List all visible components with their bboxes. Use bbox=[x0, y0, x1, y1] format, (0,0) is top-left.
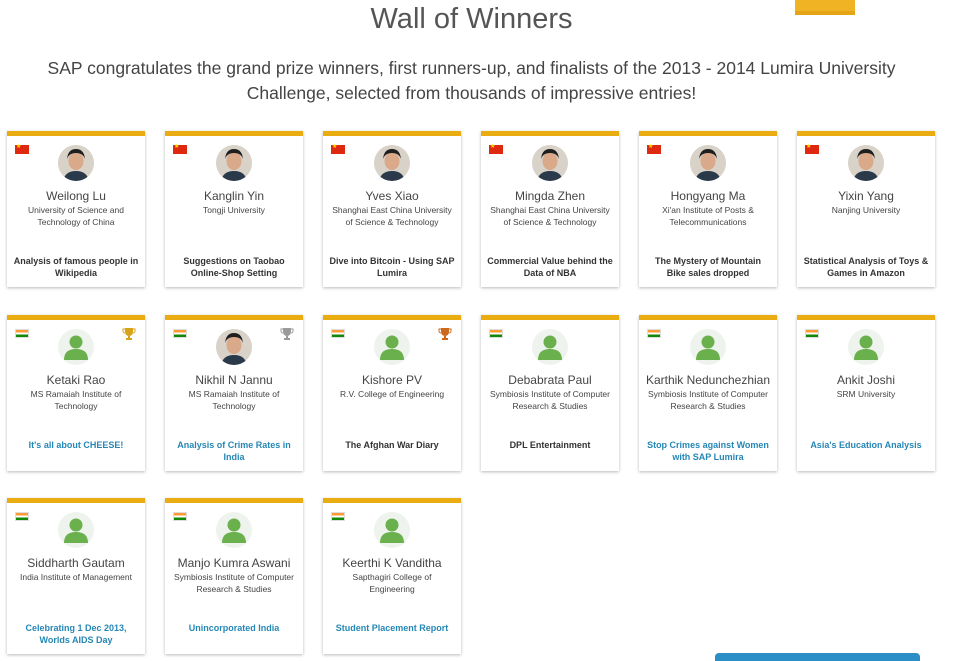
winner-school: India Institute of Management bbox=[20, 572, 132, 582]
winner-card[interactable]: Kanglin Yin Tongji University Suggestions … bbox=[165, 131, 303, 287]
winner-card[interactable]: Yves Xiao Shanghai East China University … bbox=[323, 131, 461, 287]
winner-school: Shanghai East China University of Scienc… bbox=[332, 205, 452, 227]
project-title: The Afghan War Diary bbox=[345, 440, 439, 450]
winner-card[interactable]: Kishore PV R.V. College of Engineering The… bbox=[323, 315, 461, 471]
project-link[interactable]: Asia's Education Analysis bbox=[803, 440, 929, 452]
project-link[interactable]: Student Placement Report bbox=[329, 623, 455, 635]
project-link[interactable]: Analysis of Crime Rates in India bbox=[171, 440, 297, 463]
winner-card[interactable]: Nikhil N Jannu MS Ramaiah Institute of Te… bbox=[165, 315, 303, 471]
project-link[interactable]: It's all about CHEESE! bbox=[13, 440, 139, 452]
project-title: The Mystery of Mountain Bike sales dropp… bbox=[654, 256, 761, 278]
winner-card[interactable]: Keerthi K Vanditha Sapthagiri College of … bbox=[323, 498, 461, 654]
project-title: Statistical Analysis of Toys & Games in … bbox=[803, 256, 929, 278]
winner-school: R.V. College of Engineering bbox=[339, 389, 445, 399]
avatar-photo bbox=[216, 145, 252, 181]
china-flag-icon bbox=[805, 143, 819, 154]
winner-school: Shanghai East China University of Scienc… bbox=[490, 205, 610, 227]
avatar-photo bbox=[690, 145, 726, 181]
india-flag-icon bbox=[173, 329, 187, 338]
winner-school: MS Ramaiah Institute of Technology bbox=[188, 389, 280, 411]
user-avatar-icon bbox=[374, 512, 410, 548]
winner-name: Manjo Kumra Aswani bbox=[177, 556, 291, 570]
project-title: Commercial Value behind the Data of NBA bbox=[487, 256, 613, 278]
india-flag-icon bbox=[15, 329, 29, 338]
project-title: DPL Entertainment bbox=[509, 440, 591, 450]
china-flag-icon bbox=[647, 143, 661, 154]
avatar-photo bbox=[216, 329, 252, 365]
winner-school: MS Ramaiah Institute of Technology bbox=[30, 389, 122, 411]
winner-card[interactable]: Ankit Joshi SRM University Asia's Educatio… bbox=[797, 315, 935, 471]
winner-school: Symbiosis Institute of Computer Research… bbox=[648, 389, 768, 411]
project-title: Analysis of famous people in Wikipedia bbox=[13, 256, 139, 278]
winner-card[interactable]: Manjo Kumra Aswani Symbiosis Institute of… bbox=[165, 498, 303, 654]
project-link[interactable]: Celebrating 1 Dec 2013, Worlds AIDS Day bbox=[13, 623, 139, 646]
avatar-photo bbox=[58, 145, 94, 181]
winner-school: University of Science and Technology of … bbox=[28, 205, 124, 227]
india-flag-icon bbox=[331, 329, 345, 338]
user-avatar-icon bbox=[690, 329, 726, 365]
winner-name: Weilong Lu bbox=[46, 189, 106, 203]
avatar-photo bbox=[532, 145, 568, 181]
winner-card[interactable]: Hongyang Ma Xi'an Institute of Posts & Te… bbox=[639, 131, 777, 287]
user-avatar-icon bbox=[58, 512, 94, 548]
winner-card[interactable]: Debabrata Paul Symbiosis Institute of Com… bbox=[481, 315, 619, 471]
winner-school: Symbiosis Institute of Computer Research… bbox=[490, 389, 610, 411]
winner-card[interactable]: Mingda Zhen Shanghai East China Universit… bbox=[481, 131, 619, 287]
trophy-icon bbox=[438, 327, 452, 341]
winners-grid: Weilong Lu University of Science and Tech… bbox=[0, 0, 960, 658]
user-avatar-icon bbox=[374, 329, 410, 365]
winner-name: Ketaki Rao bbox=[46, 373, 106, 387]
winner-school: Tongji University bbox=[203, 205, 265, 215]
project-title: Dive into Bitcoin - Using SAP Lumira bbox=[329, 256, 455, 278]
winner-card[interactable]: Weilong Lu University of Science and Tech… bbox=[7, 131, 145, 287]
user-avatar-icon bbox=[216, 512, 252, 548]
china-flag-icon bbox=[489, 143, 503, 154]
winner-name: Ankit Joshi bbox=[836, 373, 896, 387]
winner-name: Yixin Yang bbox=[838, 189, 894, 203]
winner-name: Yves Xiao bbox=[365, 189, 419, 203]
project-title: Suggestions on Taobao Online-Shop Settin… bbox=[183, 256, 285, 278]
india-flag-icon bbox=[173, 512, 187, 521]
winner-school: Sapthagiri College of Engineering bbox=[352, 572, 432, 594]
bottom-button[interactable] bbox=[715, 653, 920, 661]
china-flag-icon bbox=[331, 143, 345, 154]
winner-name: Mingda Zhen bbox=[514, 189, 586, 203]
china-flag-icon bbox=[173, 143, 187, 154]
winner-name: Siddharth Gautam bbox=[27, 556, 125, 570]
china-flag-icon bbox=[15, 143, 29, 154]
trophy-icon bbox=[122, 327, 136, 341]
user-avatar-icon bbox=[532, 329, 568, 365]
winner-card[interactable]: Yixin Yang Nanjing University Statistical … bbox=[797, 131, 935, 287]
india-flag-icon bbox=[489, 329, 503, 338]
india-flag-icon bbox=[647, 329, 661, 338]
india-flag-icon bbox=[331, 512, 345, 521]
winner-card[interactable]: Karthik Nedunchezhian Symbiosis Institute… bbox=[639, 315, 777, 471]
winner-card[interactable]: Siddharth Gautam India Institute of Manag… bbox=[7, 498, 145, 654]
winner-school: Xi'an Institute of Posts & Telecommunica… bbox=[662, 205, 754, 227]
india-flag-icon bbox=[805, 329, 819, 338]
trophy-icon bbox=[280, 327, 294, 341]
winner-name: Debabrata Paul bbox=[508, 373, 592, 387]
project-link[interactable]: Stop Crimes against Women with SAP Lumir… bbox=[645, 440, 771, 463]
avatar-photo bbox=[848, 145, 884, 181]
india-flag-icon bbox=[15, 512, 29, 521]
project-link[interactable]: Unincorporated India bbox=[171, 623, 297, 635]
winner-name: Kishore PV bbox=[361, 373, 423, 387]
winner-name: Kanglin Yin bbox=[203, 189, 265, 203]
winner-card[interactable]: Ketaki Rao MS Ramaiah Institute of Techno… bbox=[7, 315, 145, 471]
winner-school: SRM University bbox=[836, 389, 896, 399]
winner-name: Karthik Nedunchezhian bbox=[645, 373, 771, 387]
winner-name: Keerthi K Vanditha bbox=[342, 556, 442, 570]
avatar-photo bbox=[374, 145, 410, 181]
winner-school: Nanjing University bbox=[831, 205, 901, 215]
winner-name: Nikhil N Jannu bbox=[195, 373, 273, 387]
winner-name: Hongyang Ma bbox=[670, 189, 746, 203]
winner-school: Symbiosis Institute of Computer Research… bbox=[174, 572, 294, 594]
user-avatar-icon bbox=[848, 329, 884, 365]
user-avatar-icon bbox=[58, 329, 94, 365]
